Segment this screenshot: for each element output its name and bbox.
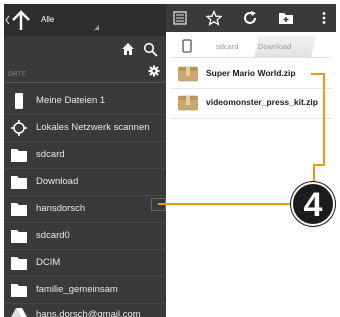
section-header: ORTE <box>8 72 27 78</box>
location-dropdown[interactable]: Alle <box>41 15 54 24</box>
zip-archive-icon <box>178 95 198 111</box>
dropdown-indicator-icon <box>94 25 99 30</box>
folder-icon <box>11 176 27 189</box>
drawer-item-label: familie_gemeinsam <box>36 284 118 295</box>
callout-leader-line <box>158 203 292 205</box>
network-scan-icon <box>11 120 27 136</box>
callout-leader-line <box>323 73 325 166</box>
file-row[interactable]: videomonster_press_kit.zip <box>170 88 335 118</box>
divider <box>170 118 332 119</box>
drawer-top-bar: Alle <box>4 4 166 36</box>
device-icon[interactable] <box>182 39 192 53</box>
action-bar <box>166 4 336 32</box>
drawer-item-meine-dateien[interactable]: Meine Dateien 1 <box>4 88 166 114</box>
drawer-item-label: hans.dorsch@gmail.com <box>36 309 141 317</box>
drawer-item-sdcard[interactable]: sdcard <box>4 142 166 168</box>
back-arrow-icon[interactable] <box>4 7 32 33</box>
google-drive-icon <box>11 308 27 317</box>
navigation-drawer: Alle ORTE Meine Dateien 1 Lokales Netzwe… <box>4 4 166 317</box>
star-icon[interactable] <box>206 10 222 26</box>
breadcrumb-download[interactable]: Download <box>258 42 291 51</box>
new-folder-icon[interactable] <box>278 10 294 26</box>
settings-gear-icon[interactable] <box>148 65 160 77</box>
drawer-item-download[interactable]: Download <box>4 169 166 195</box>
breadcrumb-sdcard[interactable]: sdcard <box>216 42 239 51</box>
folder-icon <box>11 203 27 216</box>
drawer-item-label: Lokales Netzwerk scannen <box>36 122 150 133</box>
home-icon[interactable] <box>121 42 135 56</box>
folder-icon <box>11 257 27 270</box>
section-divider <box>4 82 166 83</box>
drawer-item-familie-gemeinsam[interactable]: familie_gemeinsam <box>4 277 166 303</box>
drawer-item-label: Meine Dateien 1 <box>36 95 106 106</box>
drawer-item-sdcard0[interactable]: sdcard0 <box>4 223 166 249</box>
folder-icon <box>11 230 27 243</box>
drawer-item-label: hansdorsch <box>36 203 86 214</box>
callout-number-badge: 4 <box>291 182 335 226</box>
drawer-item-google-account[interactable]: hans.dorsch@gmail.com <box>4 302 166 317</box>
drawer-item-network-scan[interactable]: Lokales Netzwerk scannen <box>4 115 166 141</box>
drawer-item-label: Download <box>36 176 79 187</box>
drawer-item-label: DCIM <box>36 257 61 268</box>
file-name: Super Mario World.zip <box>206 68 296 78</box>
folder-icon <box>11 149 27 162</box>
list-view-icon[interactable] <box>172 10 188 26</box>
drawer-item-dcim[interactable]: DCIM <box>4 250 166 276</box>
folder-icon <box>11 284 27 297</box>
refresh-icon[interactable] <box>242 10 258 26</box>
phone-icon <box>15 93 23 109</box>
drawer-item-hansdorsch[interactable]: hansdorsch <box>4 196 166 222</box>
zip-archive-icon <box>178 66 198 82</box>
drawer-item-label: sdcard0 <box>36 230 70 241</box>
callout-leader-line <box>313 164 315 184</box>
drawer-item-label: sdcard <box>36 149 65 160</box>
overflow-menu-icon[interactable] <box>316 10 332 26</box>
file-name: videomonster_press_kit.zip <box>206 97 318 107</box>
search-icon[interactable] <box>143 42 158 57</box>
